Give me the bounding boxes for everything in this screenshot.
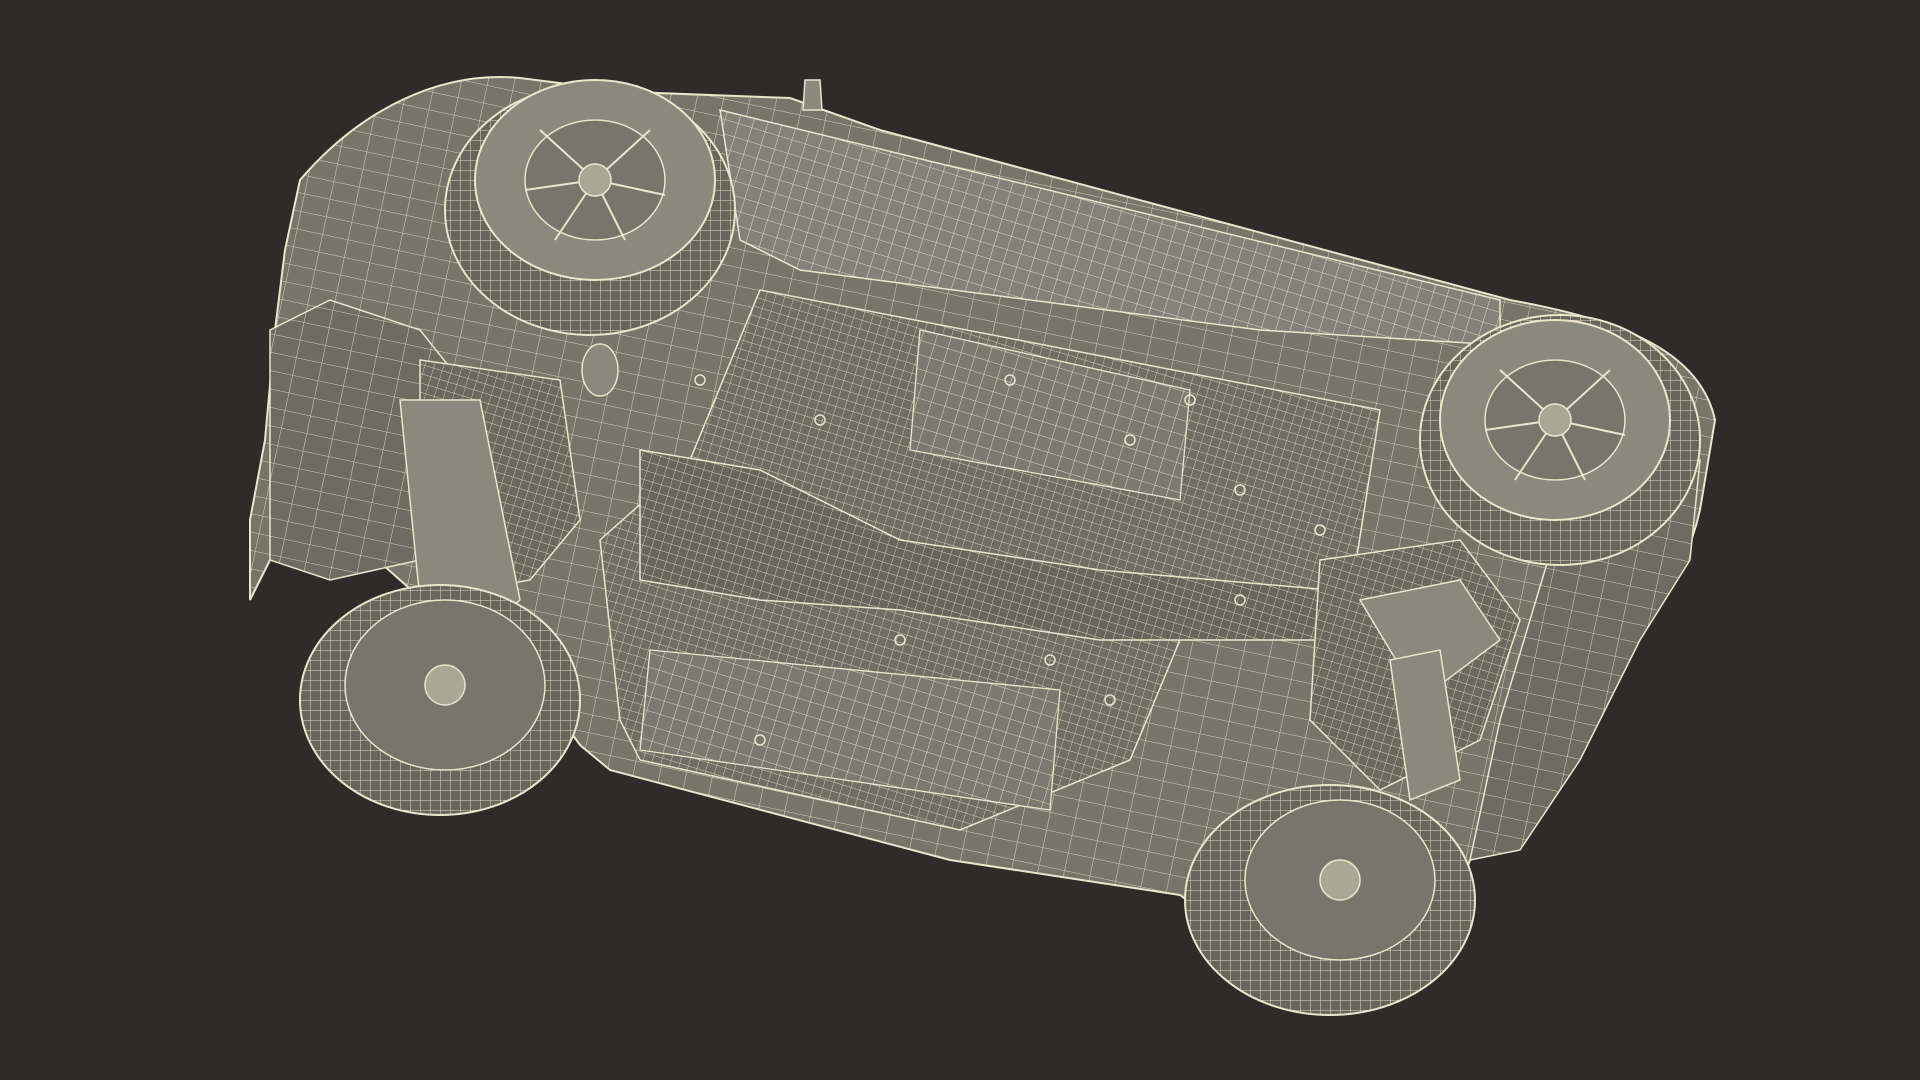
3d-viewport[interactable] <box>0 0 1920 1080</box>
front-wheel-bottom <box>1184 784 1476 1016</box>
front-wheel-top <box>1419 314 1701 566</box>
car-wireframe-render <box>249 76 1717 1016</box>
antenna-fin <box>802 79 823 111</box>
rear-wheel-bottom <box>299 584 581 816</box>
exhaust-muffler <box>581 343 619 397</box>
